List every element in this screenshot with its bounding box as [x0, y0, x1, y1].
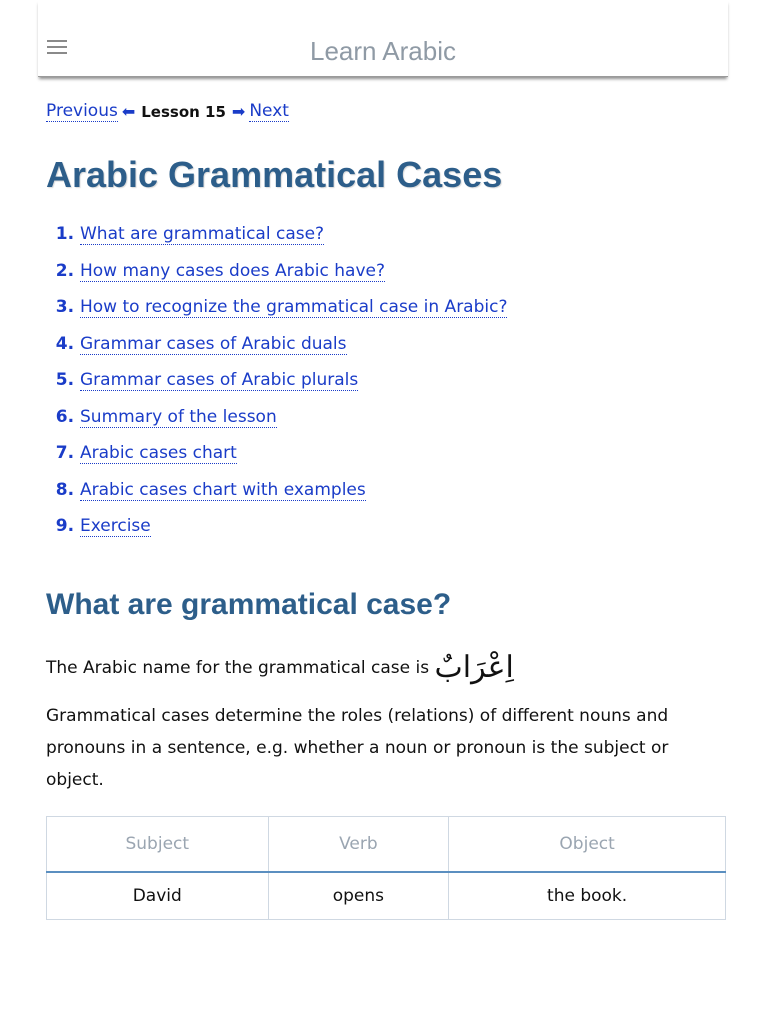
table-header-cell: Subject — [46, 816, 269, 873]
toc-item: What are grammatical case? — [80, 224, 722, 245]
next-link[interactable]: Next — [249, 101, 289, 122]
body-paragraph: Grammatical cases determine the roles (r… — [46, 706, 669, 790]
table-header-cell: Object — [448, 816, 726, 873]
arabic-term: اِعْرَابٌ — [434, 650, 514, 685]
example-table: Subject Verb Object David opens the book… — [46, 816, 726, 920]
toc-item: Grammar cases of Arabic plurals — [80, 370, 722, 391]
table-cell: the book. — [448, 872, 726, 920]
app-header: Learn Arabic — [38, 0, 728, 77]
table-row: David opens the book. — [46, 872, 726, 920]
section-heading: What are grammatical case? — [46, 588, 452, 621]
table-cell: David — [46, 872, 269, 920]
toc-link[interactable]: Arabic cases chart — [80, 443, 237, 464]
lesson-number: Lesson 15 — [141, 102, 226, 121]
main-content: Previous ⬅ Lesson 15 ➡ Next Arabic Gramm… — [0, 101, 768, 920]
toc-link[interactable]: Arabic cases chart with examples — [80, 479, 366, 501]
toc-item: Arabic cases chart — [80, 443, 722, 464]
intro-text: The Arabic name for the grammatical case… — [46, 652, 722, 684]
toc-link[interactable]: How to recognize the grammatical case in… — [80, 297, 508, 318]
page-title: Arabic Grammatical Cases — [46, 154, 503, 195]
lesson-navigation: Previous ⬅ Lesson 15 ➡ Next — [46, 101, 722, 122]
toc-item: Summary of the lesson — [80, 406, 722, 428]
table-header-row: Subject Verb Object — [46, 816, 726, 873]
toc-link[interactable]: Summary of the lesson — [80, 406, 277, 428]
toc-item: Arabic cases chart with examples — [80, 479, 722, 501]
arrow-right-icon: ➡ — [231, 102, 246, 121]
toc-link[interactable]: Grammar cases of Arabic plurals — [80, 370, 359, 391]
app-title: Learn Arabic — [310, 36, 456, 66]
previous-link[interactable]: Previous — [46, 101, 118, 122]
toc-item: Exercise — [80, 516, 722, 537]
table-of-contents: What are grammatical case? How many case… — [46, 224, 722, 537]
toc-link[interactable]: Grammar cases of Arabic duals — [80, 333, 347, 355]
intro-sentence: The Arabic name for the grammatical case… — [46, 658, 430, 678]
toc-item: How many cases does Arabic have? — [80, 260, 722, 282]
toc-link[interactable]: Exercise — [80, 516, 151, 537]
toc-item: Grammar cases of Arabic duals — [80, 333, 722, 355]
arrow-left-icon: ⬅ — [121, 102, 136, 121]
table-cell: opens — [268, 872, 450, 920]
toc-link[interactable]: What are grammatical case? — [80, 224, 325, 245]
table-header-cell: Verb — [268, 816, 450, 873]
toc-item: How to recognize the grammatical case in… — [80, 297, 722, 318]
toc-link[interactable]: How many cases does Arabic have? — [80, 260, 385, 282]
